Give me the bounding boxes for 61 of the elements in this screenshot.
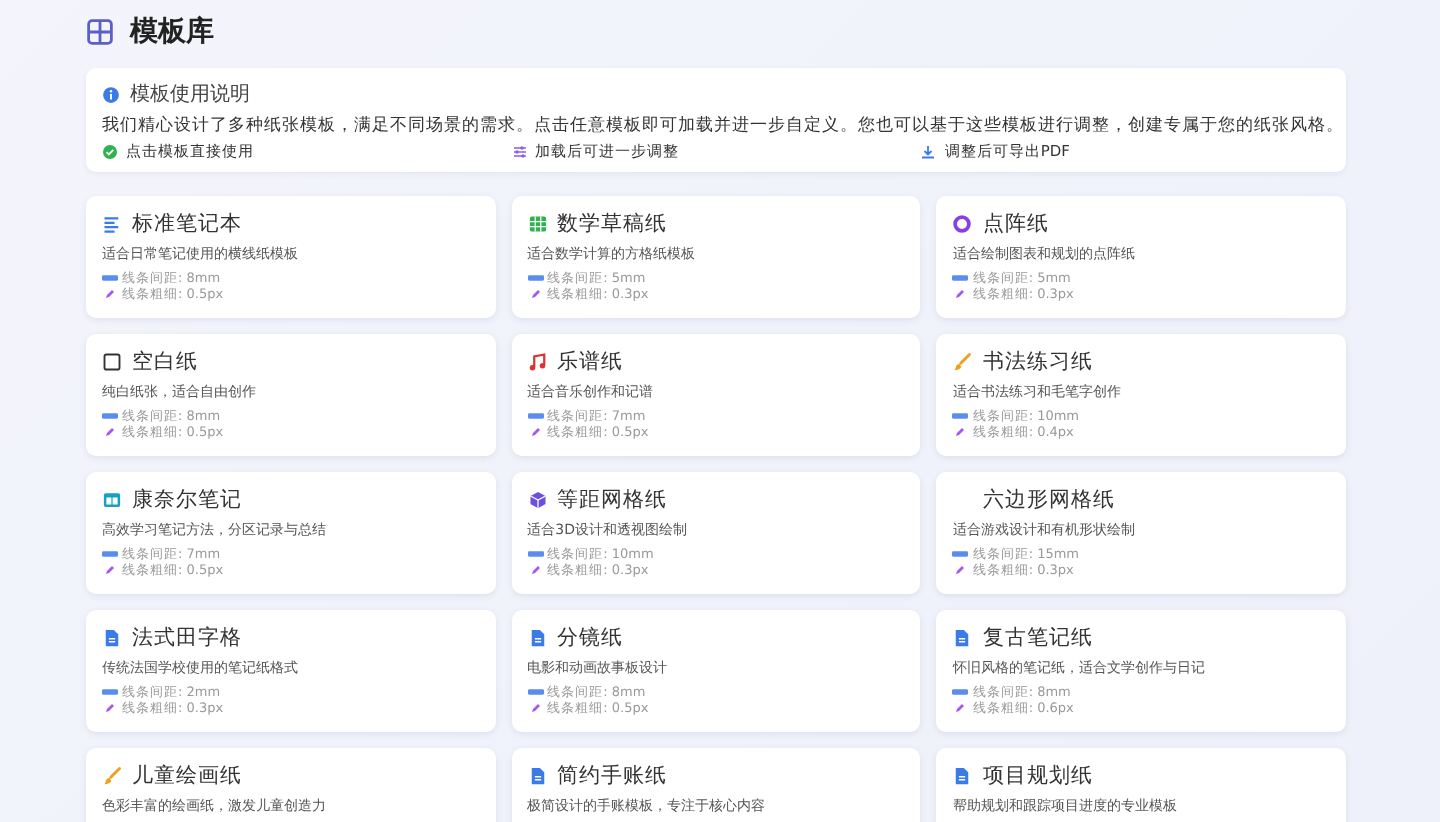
ruler-icon — [952, 410, 969, 422]
brush-icon — [952, 352, 973, 372]
ruler-icon — [952, 272, 969, 284]
ruler-icon — [102, 548, 118, 560]
document-icon — [952, 628, 973, 648]
page-title: 模板库 — [130, 14, 214, 50]
template-name: 简约手账纸 — [557, 762, 668, 790]
pen-icon — [102, 426, 118, 438]
ruler-icon — [527, 686, 544, 698]
ruler-icon — [952, 686, 969, 698]
template-name: 乐谱纸 — [557, 348, 624, 376]
template-name: 标准笔记本 — [132, 210, 242, 238]
ruler-icon — [102, 410, 118, 422]
grid-icon — [527, 214, 548, 234]
lines-icon — [102, 214, 122, 234]
pen-icon — [952, 288, 969, 300]
pen-icon — [527, 564, 544, 576]
document-icon — [952, 766, 973, 786]
check-icon — [102, 144, 118, 160]
template-name: 空白纸 — [132, 348, 198, 376]
template-name: 等距网格纸 — [557, 486, 668, 514]
square-icon — [102, 352, 122, 372]
pen-icon — [102, 702, 118, 714]
info-icon — [102, 85, 120, 103]
template-name: 数学草稿纸 — [557, 210, 668, 238]
template-name: 康奈尔笔记 — [132, 486, 242, 514]
pen-icon — [952, 564, 969, 576]
document-icon — [102, 628, 122, 648]
cube-icon — [527, 490, 548, 510]
pen-icon — [952, 702, 969, 714]
template-name: 项目规划纸 — [982, 762, 1093, 790]
ruler-icon — [952, 548, 969, 560]
template-name: 书法练习纸 — [982, 348, 1093, 376]
grid-icon — [86, 18, 114, 46]
pen-icon — [527, 288, 544, 300]
template-name: 分镜纸 — [557, 624, 624, 652]
sliders-icon — [511, 144, 528, 160]
columns-icon — [102, 490, 122, 510]
document-icon — [527, 628, 548, 648]
template-name: 复古笔记纸 — [982, 624, 1093, 652]
ruler-icon — [527, 548, 544, 560]
document-icon — [527, 766, 548, 786]
download-icon — [920, 144, 937, 160]
pen-icon — [952, 426, 969, 438]
pen-icon — [527, 702, 544, 714]
template-name: 六边形网格纸 — [982, 486, 1115, 514]
pen-icon — [102, 564, 118, 576]
dot-icon — [952, 214, 973, 234]
info-text: 我们精心设计了多种纸张模板，满足不同场景的需求。点击任意模板即可加载并进一步自定义。您也可以基于这些模板进行调整，创建专属于您的纸张风格。 — [102, 114, 1330, 138]
template-name: 法式田字格 — [132, 624, 242, 652]
template-name: 儿童绘画纸 — [132, 762, 242, 790]
ruler-icon — [102, 686, 118, 698]
template-name: 点阵纸 — [982, 210, 1049, 238]
pen-icon — [102, 288, 118, 300]
info-title: 模板使用说明 — [130, 81, 250, 108]
brush-icon — [102, 766, 122, 786]
ruler-icon — [527, 410, 544, 422]
music-note-icon — [527, 352, 548, 372]
ruler-icon — [527, 272, 544, 284]
pen-icon — [527, 426, 544, 438]
ruler-icon — [102, 272, 118, 284]
